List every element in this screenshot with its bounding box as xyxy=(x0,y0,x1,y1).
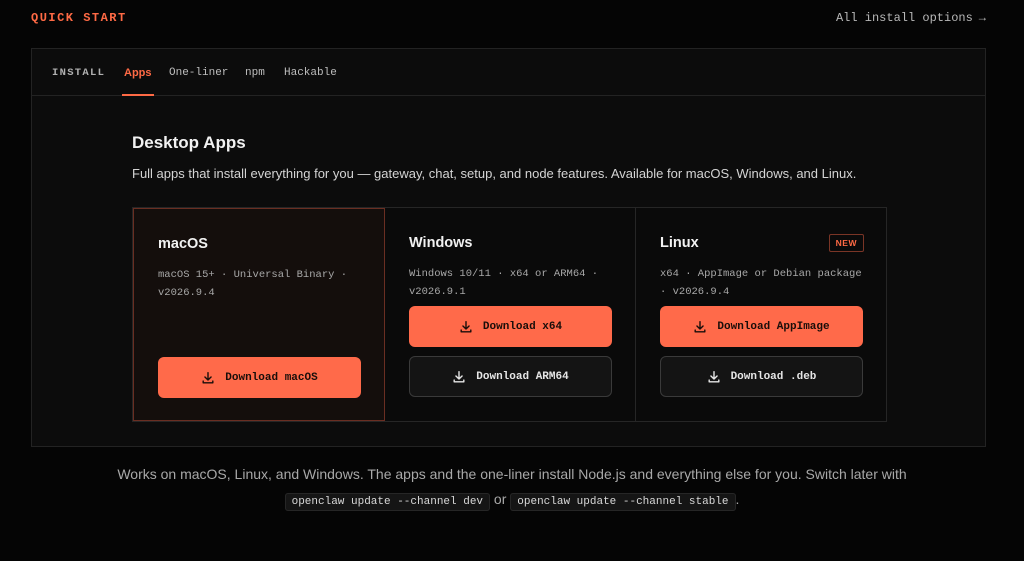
button-label: Download AppImage xyxy=(717,320,830,333)
tab-one-liner[interactable]: One-liner xyxy=(169,67,228,79)
download-icon xyxy=(460,320,472,333)
code-channel-stable: openclaw update --channel stable xyxy=(510,493,736,511)
tab-apps[interactable]: Apps xyxy=(122,67,153,96)
download-icon xyxy=(708,370,720,383)
button-label: Download x64 xyxy=(482,320,563,333)
button-label: Download ARM64 xyxy=(476,370,569,383)
download-deb-button[interactable]: Download .deb xyxy=(660,356,863,397)
card-title: macOS xyxy=(158,236,208,252)
download-icon xyxy=(202,371,214,384)
button-label: Download macOS xyxy=(225,371,318,384)
card-windows[interactable]: Windows Windows 10/11 · x64 or ARM64 · v… xyxy=(385,208,636,421)
install-panel: INSTALL Apps One-liner npm Hackable Desk… xyxy=(31,48,986,447)
footer-period: . xyxy=(735,491,740,507)
section-title: QUICK START xyxy=(31,11,127,25)
download-x64-button[interactable]: Download x64 xyxy=(409,306,612,347)
card-linux[interactable]: Linux NEW x64 · AppImage or Debian packa… xyxy=(636,208,886,421)
new-badge: NEW xyxy=(828,234,864,252)
card-meta: Windows 10/11 · x64 or ARM64 · v2026.9.1 xyxy=(409,268,599,298)
content-title: Desktop Apps xyxy=(132,133,246,152)
tab-npm[interactable]: npm xyxy=(245,67,265,79)
footer-or: or xyxy=(493,491,507,507)
card-meta: macOS 15+ · Universal Binary · v2026.9.4 xyxy=(158,269,348,299)
card-meta: x64 · AppImage or Debian package · v2026… xyxy=(660,268,862,298)
download-arm64-button[interactable]: Download ARM64 xyxy=(409,356,612,397)
arrow-right-icon: → xyxy=(978,11,986,25)
all-install-options-label: All install options xyxy=(835,11,973,25)
download-icon xyxy=(694,320,706,333)
card-title: Linux xyxy=(660,235,699,251)
code-channel-dev: openclaw update --channel dev xyxy=(284,493,491,511)
card-title: Windows xyxy=(409,235,473,251)
button-label: Download .deb xyxy=(730,370,817,383)
all-install-options-link[interactable]: All install options → xyxy=(836,11,986,25)
tab-hackable[interactable]: Hackable xyxy=(284,67,337,79)
footer-commands: openclaw update --channel dev or opencla… xyxy=(0,491,1024,511)
download-icon xyxy=(453,370,465,383)
install-label: INSTALL xyxy=(52,67,106,79)
topbar: QUICK START All install options → xyxy=(0,0,1024,36)
download-macos-button[interactable]: Download macOS xyxy=(158,357,361,398)
download-appimage-button[interactable]: Download AppImage xyxy=(660,306,863,347)
card-macos[interactable]: macOS macOS 15+ · Universal Binary · v20… xyxy=(133,208,385,421)
content-description: Full apps that install everything for yo… xyxy=(132,166,857,181)
footer-text: Works on macOS, Linux, and Windows. The … xyxy=(117,466,907,482)
platform-cards: macOS macOS 15+ · Universal Binary · v20… xyxy=(132,207,887,422)
install-tabs: INSTALL Apps One-liner npm Hackable xyxy=(32,49,985,96)
